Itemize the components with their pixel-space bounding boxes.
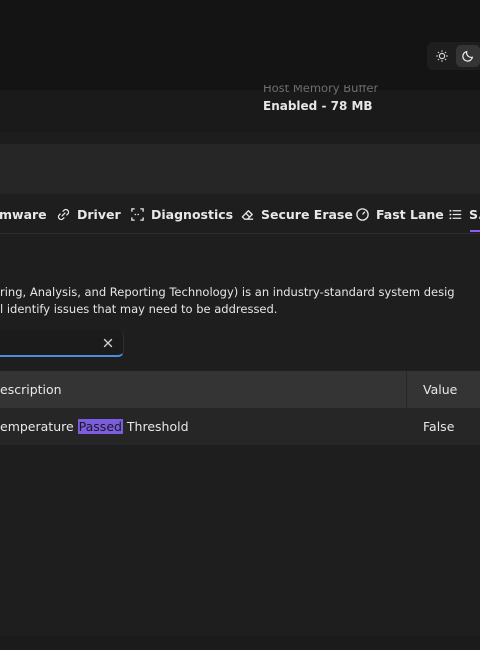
info-card: Host Memory Buffer Enabled - 78 MB <box>0 85 480 132</box>
search-box <box>0 330 124 357</box>
active-tab-indicator <box>470 230 480 232</box>
tab-label: Fast Lane <box>376 206 444 222</box>
table-row[interactable]: emperature Passed Threshold False <box>0 408 480 446</box>
tab-label: Driver <box>77 206 121 222</box>
list-icon <box>449 209 462 219</box>
dark-theme-button[interactable] <box>456 45 480 67</box>
section-header <box>0 144 480 194</box>
column-divider <box>406 371 407 408</box>
spacer <box>0 132 480 144</box>
search-input[interactable] <box>0 330 96 355</box>
tab-driver[interactable]: Driver <box>56 194 121 234</box>
column-header-value[interactable]: Value <box>423 382 457 397</box>
table-header: escription Value <box>0 371 480 408</box>
column-header-description[interactable]: escription <box>0 382 62 397</box>
description-line: ring, Analysis, and Reporting Technology… <box>0 285 455 299</box>
tab-label: Diagnostics <box>151 206 234 222</box>
eraser-icon <box>241 209 254 220</box>
tab-label: Secure Erase <box>261 206 353 222</box>
tab-label: mware <box>0 206 47 222</box>
info-value: Enabled - 78 MB <box>263 99 373 113</box>
search-highlight: Passed <box>77 419 123 434</box>
tab-secure-erase[interactable]: Secure Erase <box>240 194 353 234</box>
moon-icon <box>462 50 474 62</box>
tab-fast-lane[interactable]: Fast Lane <box>355 194 444 234</box>
cell-value: False <box>423 419 455 434</box>
theme-toggle[interactable] <box>427 42 480 70</box>
info-label: Host Memory Buffer <box>263 85 379 95</box>
bottom-strip <box>0 636 480 650</box>
description-line: l identify issues that may need to be ad… <box>0 302 278 316</box>
clear-search-button[interactable] <box>100 335 116 351</box>
cell-text: emperature <box>0 419 78 434</box>
tab-bar: mware Driver Diagnostics Secure Erase Fa… <box>0 194 480 234</box>
cell-text: Threshold <box>122 419 189 434</box>
scan-icon <box>131 207 144 221</box>
tab-smart[interactable]: S. <box>448 194 480 234</box>
sun-icon <box>436 50 448 62</box>
smart-description: ring, Analysis, and Reporting Technology… <box>0 284 480 318</box>
cell-description: emperature Passed Threshold <box>0 419 189 434</box>
light-theme-button[interactable] <box>430 45 454 67</box>
tab-label: S. <box>469 206 480 222</box>
tab-diagnostics[interactable]: Diagnostics <box>130 194 233 234</box>
tab-firmware[interactable]: mware <box>0 194 47 234</box>
close-icon <box>103 338 113 348</box>
link-icon <box>57 208 70 220</box>
gauge-icon <box>356 207 369 221</box>
smart-table: escription Value emperature Passed Thres… <box>0 371 480 446</box>
top-bar <box>0 0 480 90</box>
